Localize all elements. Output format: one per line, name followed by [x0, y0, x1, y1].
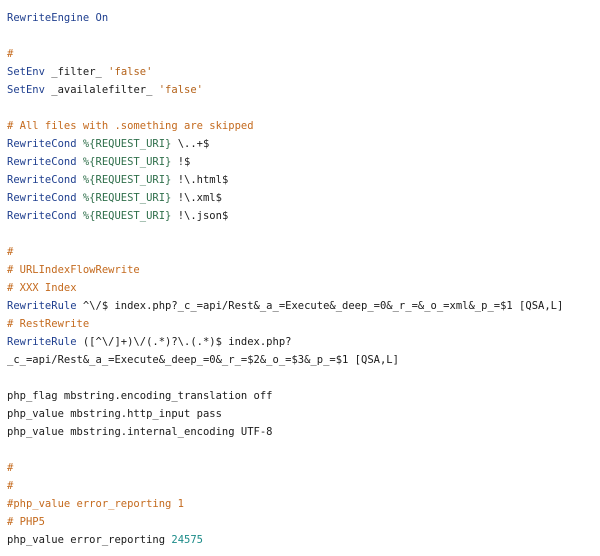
- code-line: RewriteRule ([^\/]+)\/(.*)?\.(.*)$ index…: [7, 333, 593, 351]
- code-token: #: [7, 462, 14, 474]
- code-line: #: [7, 45, 593, 63]
- code-token: ^\/$ index.php?_c_=api/Rest&_a_=Execute&…: [82, 300, 564, 312]
- code-line: _c_=api/Rest&_a_=Execute&_deep_=0&_r_=$2…: [7, 351, 593, 369]
- code-token: !$: [171, 156, 191, 168]
- code-token: #: [7, 246, 14, 258]
- code-line: #: [7, 459, 593, 477]
- code-token: SetEnv: [7, 84, 52, 96]
- code-line: php_value error_reporting 24575: [7, 531, 593, 549]
- code-token: #php_value error_reporting 1: [7, 498, 185, 510]
- code-token: php_value mbstring.http_input pass: [7, 408, 222, 420]
- code-token: _filter_: [51, 66, 109, 78]
- code-token: # URLIndexFlowRewrite: [7, 264, 140, 276]
- code-token: %{REQUEST_URI}: [82, 210, 172, 222]
- code-line: # URLIndexFlowRewrite: [7, 261, 593, 279]
- code-line: RewriteCond %{REQUEST_URI} !$: [7, 153, 593, 171]
- code-line: # XXX Index: [7, 279, 593, 297]
- code-line: #: [7, 243, 593, 261]
- code-token: 'false': [108, 66, 153, 78]
- code-line: RewriteCond %{REQUEST_URI} !\.json$: [7, 207, 593, 225]
- code-line: #: [7, 477, 593, 495]
- code-line: php_value mbstring.http_input pass: [7, 405, 593, 423]
- code-line: # All files with .something are skipped: [7, 117, 593, 135]
- code-token: php_value error_reporting: [7, 534, 172, 546]
- code-view: RewriteEngine On # SetEnv _filter_ 'false'…: [7, 9, 593, 549]
- code-token: _availalefilter_: [51, 84, 159, 96]
- code-token: RewriteCond: [7, 210, 83, 222]
- code-token: !\.json$: [171, 210, 229, 222]
- code-token: 'false': [158, 84, 203, 96]
- code-token: RewriteRule: [7, 300, 83, 312]
- code-token: %{REQUEST_URI}: [82, 192, 172, 204]
- code-token: RewriteEngine On: [7, 12, 109, 24]
- code-token: php_flag mbstring.encoding_translation o…: [7, 390, 273, 402]
- code-line: # RestRewrite: [7, 315, 593, 333]
- code-line: RewriteCond %{REQUEST_URI} !\.html$: [7, 171, 593, 189]
- code-token: RewriteCond: [7, 174, 83, 186]
- code-token: 24575: [171, 534, 203, 546]
- code-token: RewriteCond: [7, 156, 83, 168]
- code-line: SetEnv _availalefilter_ 'false': [7, 81, 593, 99]
- code-token: ([^\/]+)\/(.*)?\.(.*)$ index.php?: [82, 336, 292, 348]
- code-line: RewriteRule ^\/$ index.php?_c_=api/Rest&…: [7, 297, 593, 315]
- code-token: # All files with .something are skipped: [7, 120, 254, 132]
- code-token: !\.xml$: [171, 192, 222, 204]
- code-token: \..+$: [171, 138, 210, 150]
- code-line: # PHP5: [7, 513, 593, 531]
- code-token: php_value mbstring.internal_encoding UTF…: [7, 426, 273, 438]
- code-token: # RestRewrite: [7, 318, 90, 330]
- code-token: _c_=api/Rest&_a_=Execute&_deep_=0&_r_=$2…: [7, 354, 399, 366]
- code-line: RewriteCond %{REQUEST_URI} \..+$: [7, 135, 593, 153]
- code-line: RewriteEngine On: [7, 9, 593, 27]
- code-line: RewriteCond %{REQUEST_URI} !\.xml$: [7, 189, 593, 207]
- code-token: %{REQUEST_URI}: [82, 174, 172, 186]
- code-token: RewriteRule: [7, 336, 83, 348]
- code-token: %{REQUEST_URI}: [82, 156, 172, 168]
- code-token: #: [7, 48, 14, 60]
- code-token: %{REQUEST_URI}: [82, 138, 172, 150]
- code-line: #php_value error_reporting 1: [7, 495, 593, 513]
- code-line: php_flag mbstring.encoding_translation o…: [7, 387, 593, 405]
- code-token: RewriteCond: [7, 192, 83, 204]
- code-line: php_value mbstring.internal_encoding UTF…: [7, 423, 593, 441]
- code-token: SetEnv: [7, 66, 52, 78]
- code-token: RewriteCond: [7, 138, 83, 150]
- code-token: # XXX Index: [7, 282, 77, 294]
- code-token: #: [7, 480, 14, 492]
- code-token: !\.html$: [171, 174, 229, 186]
- code-line: SetEnv _filter_ 'false': [7, 63, 593, 81]
- code-token: # PHP5: [7, 516, 45, 528]
